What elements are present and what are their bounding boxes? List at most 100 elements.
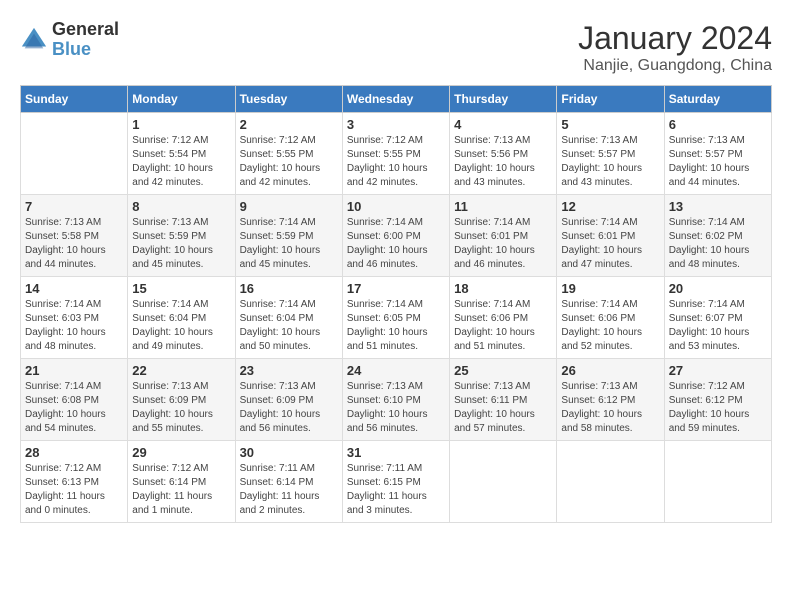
- calendar-cell: 4 Sunrise: 7:13 AMSunset: 5:56 PMDaylight…: [450, 113, 557, 195]
- calendar-cell: 14Sunrise: 7:14 AMSunset: 6:03 PMDayligh…: [21, 277, 128, 359]
- day-number: 29: [132, 445, 230, 460]
- day-number: 16: [240, 281, 338, 296]
- day-number: 30: [240, 445, 338, 460]
- day-info: Sunrise: 7:12 AMSunset: 5:54 PMDaylight:…: [132, 134, 230, 190]
- day-info: Sunrise: 7:14 AMSunset: 6:06 PMDaylight:…: [454, 298, 552, 354]
- day-number: 17: [347, 281, 445, 296]
- logo-line2: Blue: [52, 40, 119, 60]
- calendar-week-1: 1 Sunrise: 7:12 AMSunset: 5:54 PMDaylight…: [21, 113, 772, 195]
- day-number: 9: [240, 199, 338, 214]
- day-info: Sunrise: 7:12 AMSunset: 5:55 PMDaylight:…: [240, 134, 338, 190]
- calendar-week-2: 7 Sunrise: 7:13 AMSunset: 5:58 PMDaylight…: [21, 195, 772, 277]
- day-info: Sunrise: 7:13 AMSunset: 6:10 PMDaylight:…: [347, 380, 445, 436]
- day-info: Sunrise: 7:13 AMSunset: 5:59 PMDaylight:…: [132, 216, 230, 272]
- day-info: Sunrise: 7:14 AMSunset: 6:06 PMDaylight:…: [561, 298, 659, 354]
- day-info: Sunrise: 7:13 AMSunset: 6:09 PMDaylight:…: [132, 380, 230, 436]
- calendar-cell: 3 Sunrise: 7:12 AMSunset: 5:55 PMDaylight…: [342, 113, 449, 195]
- calendar-cell: 11Sunrise: 7:14 AMSunset: 6:01 PMDayligh…: [450, 195, 557, 277]
- calendar-cell: 5 Sunrise: 7:13 AMSunset: 5:57 PMDaylight…: [557, 113, 664, 195]
- calendar-week-3: 14Sunrise: 7:14 AMSunset: 6:03 PMDayligh…: [21, 277, 772, 359]
- day-info: Sunrise: 7:12 AMSunset: 6:12 PMDaylight:…: [669, 380, 767, 436]
- header-cell-tuesday: Tuesday: [235, 86, 342, 113]
- day-number: 5: [561, 117, 659, 132]
- calendar-body: 1 Sunrise: 7:12 AMSunset: 5:54 PMDaylight…: [21, 113, 772, 523]
- day-number: 31: [347, 445, 445, 460]
- day-info: Sunrise: 7:12 AMSunset: 6:13 PMDaylight:…: [25, 462, 123, 518]
- day-number: 24: [347, 363, 445, 378]
- calendar-cell: [450, 441, 557, 523]
- calendar-cell: 8Sunrise: 7:13 AMSunset: 5:59 PMDaylight…: [128, 195, 235, 277]
- calendar-cell: 24 Sunrise: 7:13 AMSunset: 6:10 PMDayligh…: [342, 359, 449, 441]
- header-cell-sunday: Sunday: [21, 86, 128, 113]
- day-info: Sunrise: 7:14 AMSunset: 6:04 PMDaylight:…: [132, 298, 230, 354]
- day-number: 20: [669, 281, 767, 296]
- calendar-table: SundayMondayTuesdayWednesdayThursdayFrid…: [20, 85, 772, 523]
- day-number: 3: [347, 117, 445, 132]
- calendar-cell: 9 Sunrise: 7:14 AMSunset: 5:59 PMDaylight…: [235, 195, 342, 277]
- day-info: Sunrise: 7:13 AMSunset: 6:11 PMDaylight:…: [454, 380, 552, 436]
- calendar-cell: [664, 441, 771, 523]
- calendar-cell: 25 Sunrise: 7:13 AMSunset: 6:11 PMDayligh…: [450, 359, 557, 441]
- calendar-cell: 29 Sunrise: 7:12 AMSunset: 6:14 PMDayligh…: [128, 441, 235, 523]
- calendar-cell: 27Sunrise: 7:12 AMSunset: 6:12 PMDayligh…: [664, 359, 771, 441]
- calendar-cell: 20 Sunrise: 7:14 AMSunset: 6:07 PMDayligh…: [664, 277, 771, 359]
- calendar-cell: 12Sunrise: 7:14 AMSunset: 6:01 PMDayligh…: [557, 195, 664, 277]
- calendar-cell: 13 Sunrise: 7:14 AMSunset: 6:02 PMDayligh…: [664, 195, 771, 277]
- calendar-cell: 22 Sunrise: 7:13 AMSunset: 6:09 PMDayligh…: [128, 359, 235, 441]
- header-cell-wednesday: Wednesday: [342, 86, 449, 113]
- day-number: 11: [454, 199, 552, 214]
- day-number: 18: [454, 281, 552, 296]
- day-info: Sunrise: 7:11 AMSunset: 6:14 PMDaylight:…: [240, 462, 338, 518]
- day-info: Sunrise: 7:14 AMSunset: 6:08 PMDaylight:…: [25, 380, 123, 436]
- title-block: January 2024 Nanjie, Guangdong, China: [578, 20, 772, 75]
- day-info: Sunrise: 7:14 AMSunset: 6:07 PMDaylight:…: [669, 298, 767, 354]
- day-number: 6: [669, 117, 767, 132]
- day-info: Sunrise: 7:13 AMSunset: 6:12 PMDaylight:…: [561, 380, 659, 436]
- calendar-cell: 26 Sunrise: 7:13 AMSunset: 6:12 PMDayligh…: [557, 359, 664, 441]
- calendar-cell: 1 Sunrise: 7:12 AMSunset: 5:54 PMDaylight…: [128, 113, 235, 195]
- location: Nanjie, Guangdong, China: [578, 57, 772, 75]
- logo-line1: General: [52, 20, 119, 40]
- day-info: Sunrise: 7:13 AMSunset: 5:57 PMDaylight:…: [561, 134, 659, 190]
- calendar-cell: [21, 113, 128, 195]
- day-info: Sunrise: 7:14 AMSunset: 6:02 PMDaylight:…: [669, 216, 767, 272]
- day-info: Sunrise: 7:12 AMSunset: 6:14 PMDaylight:…: [132, 462, 230, 518]
- day-info: Sunrise: 7:12 AMSunset: 5:55 PMDaylight:…: [347, 134, 445, 190]
- header-cell-thursday: Thursday: [450, 86, 557, 113]
- day-number: 4: [454, 117, 552, 132]
- day-info: Sunrise: 7:14 AMSunset: 5:59 PMDaylight:…: [240, 216, 338, 272]
- logo: General Blue: [20, 20, 119, 60]
- day-number: 25: [454, 363, 552, 378]
- day-info: Sunrise: 7:13 AMSunset: 5:56 PMDaylight:…: [454, 134, 552, 190]
- day-info: Sunrise: 7:13 AMSunset: 6:09 PMDaylight:…: [240, 380, 338, 436]
- month-title: January 2024: [578, 20, 772, 57]
- calendar-cell: 2 Sunrise: 7:12 AMSunset: 5:55 PMDaylight…: [235, 113, 342, 195]
- day-number: 22: [132, 363, 230, 378]
- calendar-cell: 28 Sunrise: 7:12 AMSunset: 6:13 PMDayligh…: [21, 441, 128, 523]
- day-number: 28: [25, 445, 123, 460]
- calendar-cell: 31Sunrise: 7:11 AMSunset: 6:15 PMDayligh…: [342, 441, 449, 523]
- day-info: Sunrise: 7:13 AMSunset: 5:58 PMDaylight:…: [25, 216, 123, 272]
- day-info: Sunrise: 7:14 AMSunset: 6:05 PMDaylight:…: [347, 298, 445, 354]
- calendar-cell: 6Sunrise: 7:13 AMSunset: 5:57 PMDaylight…: [664, 113, 771, 195]
- calendar-cell: [557, 441, 664, 523]
- calendar-header: SundayMondayTuesdayWednesdayThursdayFrid…: [21, 86, 772, 113]
- header-cell-friday: Friday: [557, 86, 664, 113]
- calendar-week-5: 28 Sunrise: 7:12 AMSunset: 6:13 PMDayligh…: [21, 441, 772, 523]
- day-number: 2: [240, 117, 338, 132]
- day-number: 10: [347, 199, 445, 214]
- calendar-cell: 19 Sunrise: 7:14 AMSunset: 6:06 PMDayligh…: [557, 277, 664, 359]
- calendar-cell: 10Sunrise: 7:14 AMSunset: 6:00 PMDayligh…: [342, 195, 449, 277]
- calendar-cell: 18 Sunrise: 7:14 AMSunset: 6:06 PMDayligh…: [450, 277, 557, 359]
- day-number: 13: [669, 199, 767, 214]
- day-number: 1: [132, 117, 230, 132]
- day-number: 15: [132, 281, 230, 296]
- day-number: 26: [561, 363, 659, 378]
- day-number: 21: [25, 363, 123, 378]
- day-number: 14: [25, 281, 123, 296]
- calendar-cell: 15 Sunrise: 7:14 AMSunset: 6:04 PMDayligh…: [128, 277, 235, 359]
- day-number: 19: [561, 281, 659, 296]
- calendar-cell: 21 Sunrise: 7:14 AMSunset: 6:08 PMDayligh…: [21, 359, 128, 441]
- day-number: 7: [25, 199, 123, 214]
- calendar-cell: 16Sunrise: 7:14 AMSunset: 6:04 PMDayligh…: [235, 277, 342, 359]
